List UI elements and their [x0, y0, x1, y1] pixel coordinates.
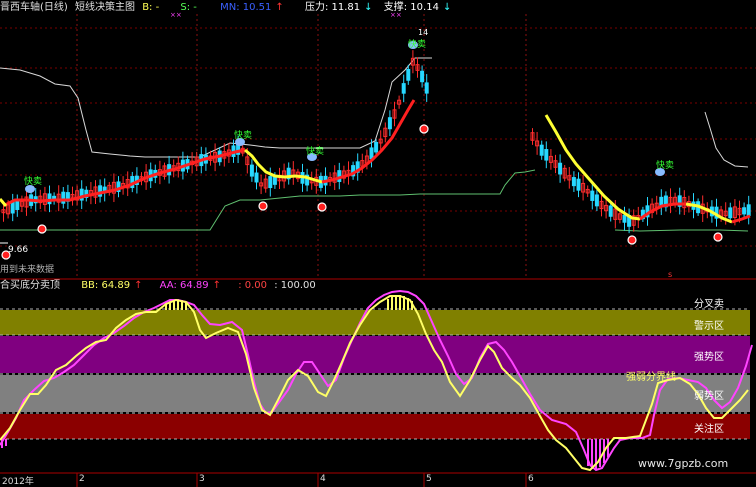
- candle-body: [571, 177, 576, 187]
- x-label-3: 4: [320, 474, 326, 484]
- watermark: www.7gpzb.com: [638, 457, 729, 470]
- candle-body: [576, 178, 581, 191]
- candle-body: [401, 83, 406, 94]
- sell-badges: 快卖 快卖 快卖 快卖 快卖: [24, 38, 674, 193]
- x-label-0: 2012年: [2, 477, 34, 487]
- low-price-label: 9.66: [8, 245, 28, 255]
- candle-body: [369, 147, 374, 160]
- x-label-5: 6: [528, 474, 534, 484]
- candle-body: [742, 207, 747, 215]
- candle-body: [254, 172, 259, 183]
- candle-body: [558, 162, 563, 175]
- sell-badge-4: 快卖: [408, 38, 426, 50]
- zone-label-weak: 弱势区: [694, 391, 724, 402]
- sell-badge-5: 快卖: [656, 159, 674, 171]
- candle-body: [249, 164, 254, 177]
- candle-body: [424, 82, 429, 94]
- candle-body: [15, 201, 20, 210]
- lower-band-line-2: [614, 229, 749, 232]
- zone-label-warning: 警示区: [694, 321, 724, 332]
- candle-body: [728, 207, 733, 219]
- candle-body: [268, 176, 273, 189]
- candle-body: [594, 194, 599, 207]
- s-marker: s: [668, 270, 672, 279]
- zone-label-boundary: 强弱分界线: [626, 372, 676, 383]
- month-dividers: [76, 14, 527, 278]
- candle-body: [608, 205, 613, 217]
- chart-canvas[interactable]: 快卖 快卖 快卖 快卖 快卖 ×× ×× 9.66 14 用到未来数据 s: [0, 0, 756, 487]
- high-price-marker: 14: [418, 28, 428, 37]
- x-label-1: 2: [79, 474, 85, 484]
- candle-body: [406, 68, 411, 81]
- overbought-hatch: [165, 295, 413, 310]
- candle-body: [622, 214, 627, 223]
- zone-label-divergence: 分叉卖: [694, 299, 724, 310]
- x-label-2: 3: [199, 474, 205, 484]
- svg-text:××: ××: [170, 11, 182, 19]
- x-label-4: 5: [426, 474, 432, 484]
- zone-label-attention: 关注区: [694, 424, 724, 435]
- sell-badge-2: 快卖: [234, 129, 252, 141]
- candle-body: [387, 117, 392, 130]
- candle-body: [272, 176, 277, 185]
- candlestick-group: [1, 50, 751, 234]
- future-data-note: 用到未来数据: [0, 263, 54, 275]
- top-marks: ×× ××: [170, 11, 402, 19]
- candle-body: [374, 141, 379, 153]
- upper-band-line: [0, 57, 432, 158]
- candle-body: [420, 70, 425, 83]
- sell-badge-1: 快卖: [24, 175, 42, 187]
- candle-body: [61, 191, 66, 204]
- oversold-hatch: [1, 439, 609, 469]
- candle-body: [544, 149, 549, 161]
- candle-body: [746, 204, 751, 216]
- sell-badge-3: 快卖: [306, 145, 324, 157]
- zone-label-strong: 强势区: [694, 352, 724, 363]
- candle-body: [590, 190, 595, 201]
- x-axis-ticks: [76, 473, 527, 487]
- ma-red-line-b: [321, 99, 416, 184]
- svg-text:××: ××: [390, 11, 402, 19]
- candle-body: [539, 144, 544, 156]
- candle-body: [10, 201, 15, 214]
